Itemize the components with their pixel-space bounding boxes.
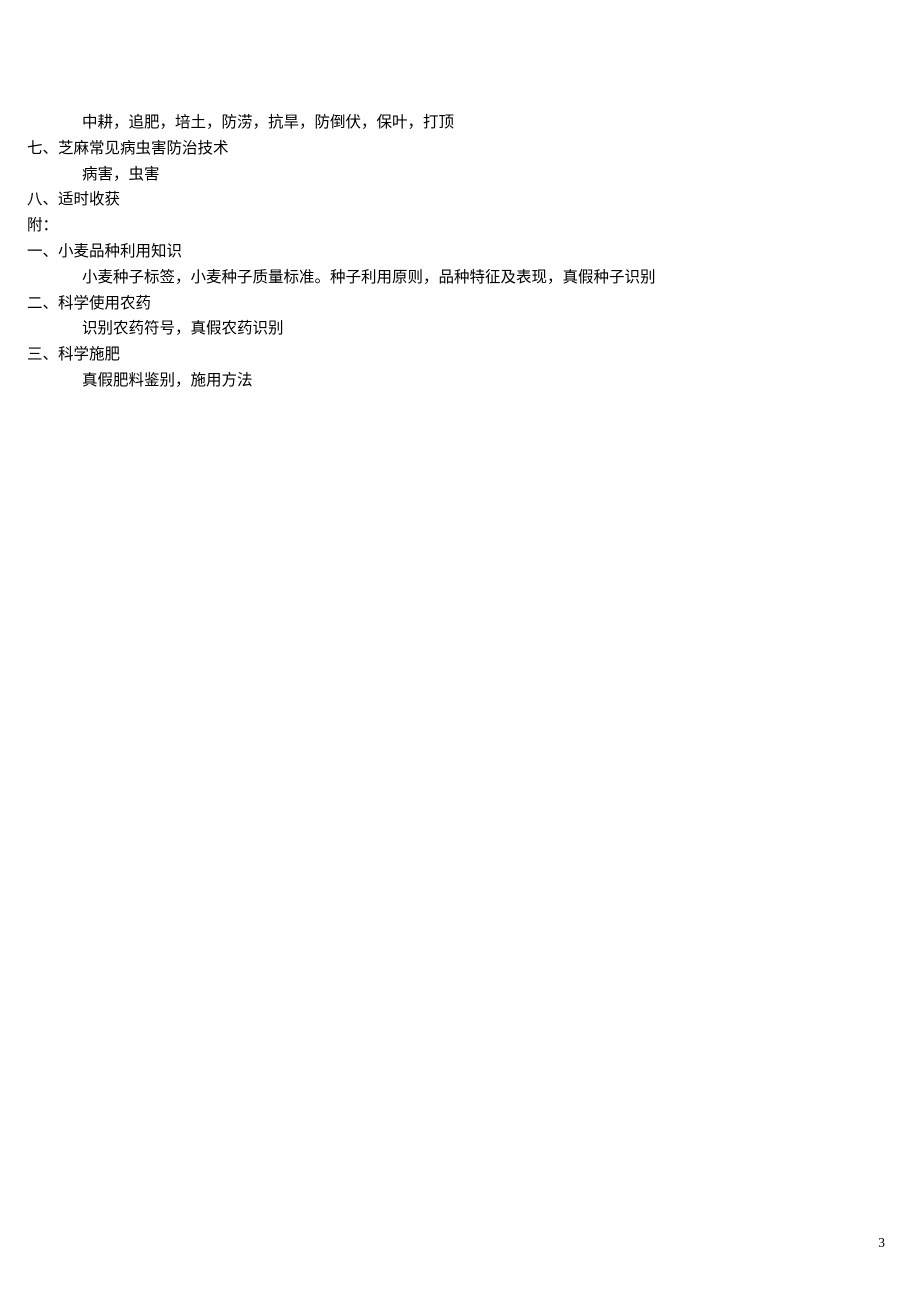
content-line: 小麦种子标签，小麦种子质量标准。种子利用原则，品种特征及表现，真假种子识别 (27, 266, 840, 291)
page-number: 3 (878, 1232, 885, 1254)
section-heading: 八、适时收获 (27, 188, 840, 213)
content-line: 真假肥料鉴别，施用方法 (27, 369, 840, 394)
content-line: 中耕，追肥，培土，防涝，抗旱，防倒伏，保叶，打顶 (27, 111, 840, 136)
document-content: 中耕，追肥，培土，防涝，抗旱，防倒伏，保叶，打顶 七、芝麻常见病虫害防治技术 病… (0, 0, 920, 394)
section-heading: 二、科学使用农药 (27, 292, 840, 317)
content-line: 识别农药符号，真假农药识别 (27, 317, 840, 342)
section-heading: 附： (27, 214, 840, 239)
section-heading: 一、小麦品种利用知识 (27, 240, 840, 265)
content-line: 病害，虫害 (27, 163, 840, 188)
section-heading: 七、芝麻常见病虫害防治技术 (27, 137, 840, 162)
section-heading: 三、科学施肥 (27, 343, 840, 368)
